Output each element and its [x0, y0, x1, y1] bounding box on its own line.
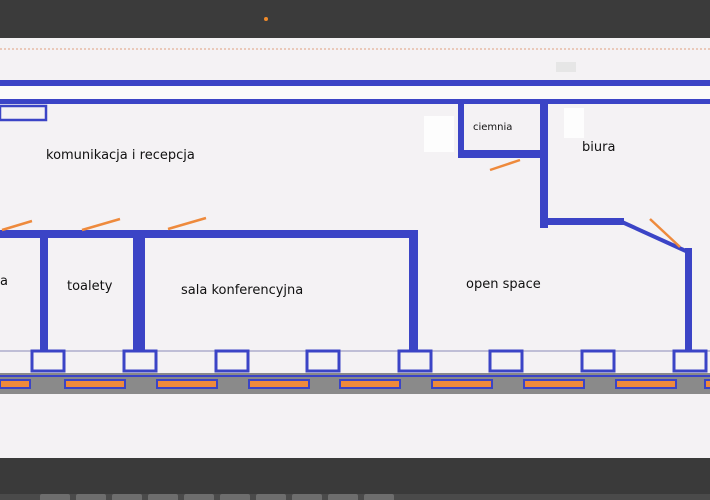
cursor-indicator	[264, 17, 268, 21]
column	[580, 349, 616, 373]
column	[305, 349, 341, 373]
taskbar-item[interactable]	[148, 494, 178, 500]
sketch-mark	[424, 116, 454, 152]
room-label-biura: biura	[582, 140, 616, 155]
window	[431, 379, 493, 389]
window	[156, 379, 218, 389]
taskbar-item[interactable]	[328, 494, 358, 500]
wall-right	[685, 248, 692, 352]
window	[523, 379, 585, 389]
wall-biura-diagonal	[621, 220, 689, 254]
wall-biura-bottom	[540, 218, 624, 225]
taskbar-item[interactable]	[112, 494, 142, 500]
room-label-toalety: toalety	[67, 279, 113, 294]
column	[214, 349, 250, 373]
room-label-openspace: open space	[466, 277, 541, 292]
exterior-wall-inner	[0, 99, 710, 104]
taskbar-item[interactable]	[184, 494, 214, 500]
wall-middle	[0, 230, 418, 238]
room-label-komunikacja: komunikacja i recepcja	[46, 148, 195, 163]
floor-plan-drawing	[0, 48, 710, 394]
window	[339, 379, 401, 389]
wall-cavity	[0, 86, 710, 99]
sketch-mark	[564, 108, 584, 138]
left-fixture	[0, 104, 48, 122]
sketch-mark	[556, 62, 576, 72]
exterior-wall-top	[0, 80, 710, 86]
room-label-partial: a	[0, 274, 8, 289]
door-swing	[81, 217, 121, 232]
top-toolbar	[0, 0, 710, 38]
taskbar-item[interactable]	[76, 494, 106, 500]
room-label-ciemnia: ciemnia	[473, 122, 513, 133]
wall-sala-right	[409, 230, 418, 352]
door-swing	[489, 158, 521, 172]
taskbar	[0, 494, 710, 500]
taskbar-item[interactable]	[40, 494, 70, 500]
column	[30, 349, 66, 373]
wall-ciemnia-left	[458, 104, 464, 158]
column	[672, 349, 708, 373]
wall-toalety-right	[133, 230, 145, 352]
floor-plan-canvas[interactable]: komunikacja i recepcja ciemnia biura a t…	[0, 38, 710, 458]
column	[488, 349, 524, 373]
door-swing	[167, 216, 207, 231]
window	[64, 379, 126, 389]
taskbar-item[interactable]	[256, 494, 286, 500]
window	[615, 379, 677, 389]
door-swing	[1, 219, 33, 232]
room-label-sala: sala konferencyjna	[181, 283, 304, 298]
wall-ciemnia-bottom	[458, 150, 544, 158]
taskbar-item[interactable]	[364, 494, 394, 500]
wall-biura-left	[540, 104, 548, 228]
column	[397, 349, 433, 373]
wall-toalety-left	[40, 230, 48, 352]
column	[122, 349, 158, 373]
window	[704, 379, 710, 389]
facade-edge	[0, 375, 710, 377]
taskbar-item[interactable]	[220, 494, 250, 500]
window	[248, 379, 310, 389]
window	[0, 379, 31, 389]
taskbar-item[interactable]	[292, 494, 322, 500]
